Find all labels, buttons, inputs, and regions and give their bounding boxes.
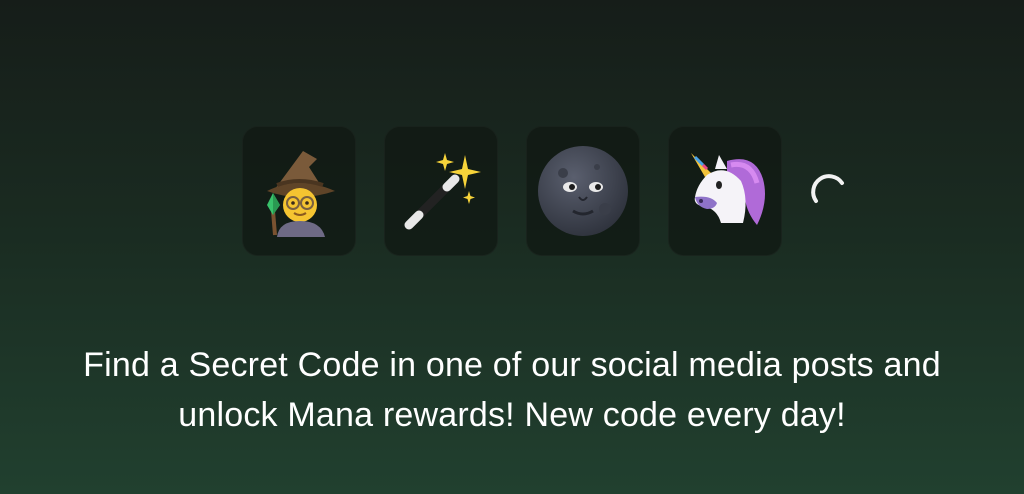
tile-unicorn[interactable]: [668, 126, 782, 256]
loading-spinner-icon: [811, 174, 844, 203]
tile-magic-wand[interactable]: [384, 126, 498, 256]
magic-wand-icon: [404, 153, 481, 230]
mage-icon: [267, 151, 335, 237]
unicorn-icon: [691, 153, 765, 225]
secret-code-message: Find a Secret Code in one of our social …: [83, 346, 941, 434]
tile-mage[interactable]: [242, 126, 356, 256]
new-moon-face-icon: [538, 146, 628, 236]
emoji-tiles-row: [242, 126, 848, 256]
tile-new-moon-face[interactable]: [526, 126, 640, 256]
